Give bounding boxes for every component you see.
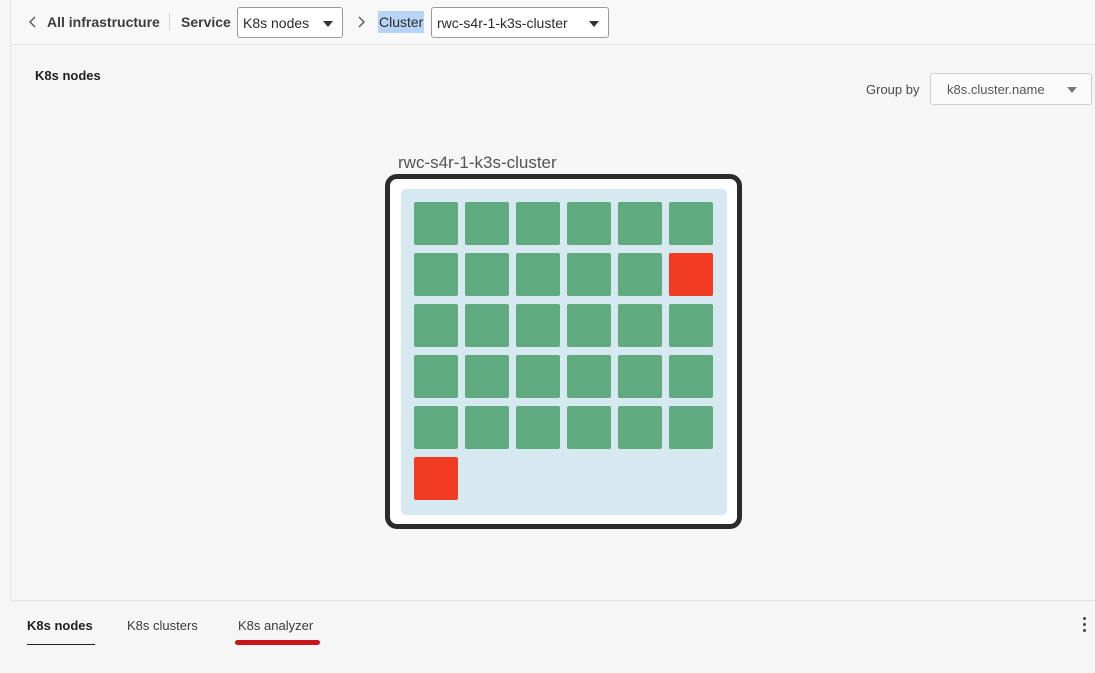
- group-by-label: Group by: [866, 82, 920, 97]
- caret-down-icon: [589, 21, 599, 27]
- node-tile-ok[interactable]: [567, 406, 611, 449]
- node-tile-ok[interactable]: [465, 406, 509, 449]
- bottom-divider: [11, 600, 1095, 601]
- node-tile-ok[interactable]: [465, 202, 509, 245]
- panel-title: K8s nodes: [35, 68, 101, 83]
- node-tile-ok[interactable]: [618, 355, 662, 398]
- cluster-label: Cluster: [378, 11, 425, 33]
- node-tile-ok[interactable]: [465, 355, 509, 398]
- node-tile-ok[interactable]: [618, 253, 662, 296]
- node-tile-ok[interactable]: [414, 253, 458, 296]
- left-border: [10, 0, 11, 600]
- chevron-right-icon: [358, 16, 365, 28]
- cluster-map[interactable]: [385, 174, 742, 529]
- caret-down-icon: [1067, 87, 1077, 93]
- node-tile-ok[interactable]: [567, 304, 611, 347]
- breadcrumb: All infrastructure Service K8s nodes Clu…: [11, 0, 1095, 45]
- node-tile-ok[interactable]: [414, 355, 458, 398]
- group-by-value: k8s.cluster.name: [947, 82, 1045, 97]
- node-tile-ok[interactable]: [669, 304, 713, 347]
- node-tile-ok[interactable]: [567, 202, 611, 245]
- tab-k8s-analyzer[interactable]: K8s analyzer: [238, 618, 313, 633]
- breadcrumb-all-infrastructure[interactable]: All infrastructure: [47, 14, 160, 30]
- node-tile-bad[interactable]: [669, 253, 713, 296]
- node-tile-ok[interactable]: [465, 253, 509, 296]
- tab-k8s-clusters[interactable]: K8s clusters: [127, 618, 198, 633]
- cluster-node-area: [401, 189, 727, 515]
- service-label: Service: [181, 14, 231, 30]
- node-tile-ok[interactable]: [567, 355, 611, 398]
- node-tile-ok[interactable]: [669, 355, 713, 398]
- service-select-value: K8s nodes: [243, 15, 310, 31]
- kebab-icon[interactable]: [1079, 617, 1089, 637]
- node-tile-ok[interactable]: [414, 304, 458, 347]
- tab-k8s-nodes[interactable]: K8s nodes: [27, 618, 93, 633]
- node-tile-ok[interactable]: [414, 202, 458, 245]
- node-tile-bad[interactable]: [414, 457, 458, 500]
- service-select[interactable]: K8s nodes: [237, 7, 343, 38]
- node-tile-ok[interactable]: [618, 406, 662, 449]
- node-tile-ok[interactable]: [618, 202, 662, 245]
- node-tile-ok[interactable]: [618, 304, 662, 347]
- cluster-select-value: rwc-s4r-1-k3s-cluster: [437, 15, 568, 31]
- node-tile-ok[interactable]: [516, 253, 560, 296]
- node-tile-ok[interactable]: [516, 304, 560, 347]
- node-tile-ok[interactable]: [669, 202, 713, 245]
- breadcrumb-divider: [169, 13, 170, 31]
- caret-down-icon: [323, 21, 333, 27]
- node-tile-ok[interactable]: [669, 406, 713, 449]
- node-tile-ok[interactable]: [414, 406, 458, 449]
- node-tile-ok[interactable]: [516, 202, 560, 245]
- node-tile-ok[interactable]: [567, 253, 611, 296]
- chevron-left-icon[interactable]: [26, 15, 40, 29]
- node-tile-ok[interactable]: [516, 355, 560, 398]
- cluster-title: rwc-s4r-1-k3s-cluster: [398, 153, 557, 172]
- node-tile-ok[interactable]: [516, 406, 560, 449]
- node-tile-ok[interactable]: [465, 304, 509, 347]
- group-by-select[interactable]: k8s.cluster.name: [930, 73, 1092, 105]
- annotation-underline: [235, 640, 320, 645]
- cluster-select[interactable]: rwc-s4r-1-k3s-cluster: [431, 7, 609, 38]
- active-tab-underline: [27, 644, 95, 645]
